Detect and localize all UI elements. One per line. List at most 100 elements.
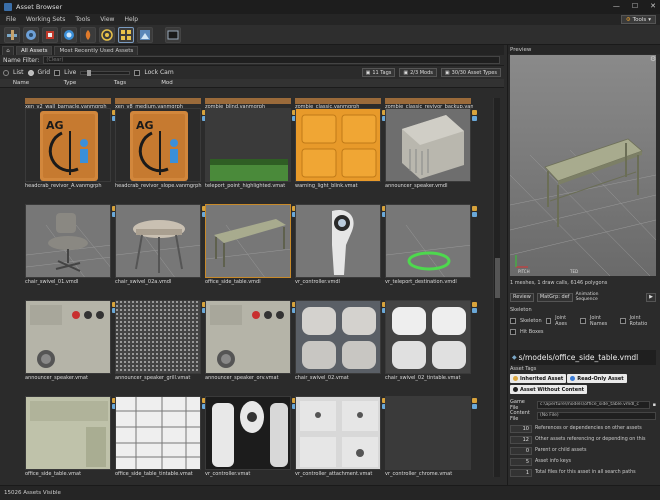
menu-file[interactable]: File [6, 16, 16, 23]
review-button[interactable]: Review [510, 292, 534, 302]
game-file-field[interactable]: c:\aperture\models\office_side_table.vmd… [537, 400, 650, 409]
maximize-button[interactable]: ☐ [632, 2, 638, 10]
asset-grid-scrollbar[interactable] [493, 98, 500, 477]
asset-thumbnail[interactable] [25, 300, 111, 374]
skeleton-checkbox[interactable] [510, 318, 516, 324]
asset-thumbnail[interactable] [295, 204, 381, 278]
reference-count[interactable]: 5 [510, 457, 532, 466]
play-button[interactable]: ▶ [646, 292, 656, 302]
close-button[interactable]: ✕ [650, 2, 656, 10]
reference-row[interactable]: 12 Other assets referencing or depending … [510, 434, 656, 445]
asset-types-button[interactable]: ▣ 30/30 Asset Types [440, 68, 501, 77]
link-icon [472, 212, 477, 217]
menu-help[interactable]: Help [124, 16, 138, 23]
content-file-label: Content File [510, 409, 530, 422]
hitboxes-checkbox[interactable] [510, 329, 516, 335]
particle-editor-icon[interactable] [61, 26, 77, 43]
home-tab[interactable]: ⌂ [2, 46, 14, 55]
console-icon[interactable] [165, 26, 181, 43]
scrollbar-thumb[interactable] [495, 258, 500, 298]
tab-all-assets[interactable]: All Assets [16, 46, 53, 55]
reference-count[interactable]: 10 [510, 424, 532, 433]
joint-rotation-checkbox[interactable] [620, 318, 626, 324]
asset-tabs: ⌂ All Assets Most Recently Used Assets [0, 45, 504, 55]
asset-thumbnail[interactable]: AG [25, 108, 111, 182]
more-icon[interactable]: ▪ [653, 402, 656, 408]
vr-editor-icon[interactable] [137, 26, 153, 43]
sequence-dropdown[interactable]: Sequence [576, 297, 599, 302]
reference-count[interactable]: 0 [510, 446, 532, 455]
thumbnail-size-slider[interactable] [80, 69, 131, 76]
asset-thumbnail[interactable] [295, 108, 381, 182]
live-checkbox[interactable] [54, 69, 61, 76]
asset-thumbnail[interactable] [25, 204, 111, 278]
asset-label: chair_swivel_02.vmat [295, 375, 349, 381]
name-filter-input[interactable] [43, 56, 500, 64]
content-file-field[interactable]: (No File) [537, 411, 656, 420]
mods-button[interactable]: ▣ 2/3 Mods [399, 68, 437, 77]
material-editor-icon[interactable] [23, 26, 39, 43]
app-icon [4, 3, 12, 11]
status-bar: 15026 Assets Visible [0, 485, 660, 500]
menu-view[interactable]: View [100, 16, 114, 23]
asset-thumbnail[interactable] [115, 204, 201, 278]
asset-thumbnail[interactable] [295, 300, 381, 374]
reference-count[interactable]: 1 [510, 468, 532, 477]
asset-label: office_side_table_tintable.vmat [115, 471, 193, 477]
menu-working-sets[interactable]: Working Sets [26, 16, 65, 23]
joint-names-checkbox[interactable] [580, 318, 586, 324]
column-tags[interactable]: Tags [98, 80, 142, 86]
joint-axes-checkbox[interactable] [545, 318, 552, 324]
reference-row[interactable]: 1 Total files for this asset in all searc… [510, 467, 656, 478]
window-title: Asset Browser [16, 3, 63, 11]
asset-path-icon: ◆ [512, 354, 517, 361]
tags-button[interactable]: ▣ 11 Tags [361, 68, 396, 77]
asset-thumbnail[interactable] [385, 108, 471, 182]
column-name[interactable]: Name [0, 80, 42, 86]
menu-tools[interactable]: Tools [75, 16, 90, 23]
tab-recent-assets[interactable]: Most Recently Used Assets [54, 46, 139, 55]
asset-thumbnail[interactable] [205, 300, 291, 374]
asset-thumbnail[interactable]: AG [115, 108, 201, 182]
asset-thumbnail[interactable] [205, 108, 291, 182]
grid-radio[interactable] [27, 69, 34, 76]
asset-browser-icon[interactable] [118, 26, 134, 43]
column-type[interactable]: Type [42, 80, 98, 86]
tools-dropdown-button[interactable]: ⚙ Tools ▾ [620, 15, 656, 24]
joint-names-label: Joint Names [589, 315, 608, 327]
reference-label: References or dependencies on other asse… [535, 426, 642, 431]
asset-thumbnail[interactable] [295, 396, 381, 470]
animgraph-editor-icon[interactable] [99, 26, 115, 43]
mods-icon: ▣ [403, 69, 409, 76]
preview-settings-icon[interactable]: ⚙ [650, 55, 658, 63]
model-preview-viewport[interactable]: PITCH TED [510, 55, 656, 276]
grid-label: Grid [37, 69, 51, 76]
reference-row[interactable]: 0 Parent or child assets [510, 445, 656, 456]
reference-row[interactable]: 10 References or dependencies on other as… [510, 423, 656, 434]
asset-thumbnail[interactable] [385, 300, 471, 374]
play-icon: ▶ [649, 294, 653, 300]
asset-label: vr_controller_attachment.vmat [295, 471, 373, 477]
home-icon: ⌂ [6, 48, 10, 54]
reference-count[interactable]: 12 [510, 435, 532, 444]
asset-thumbnail[interactable] [385, 204, 471, 278]
list-radio[interactable] [3, 69, 9, 76]
asset-thumbnail[interactable] [25, 396, 111, 470]
material-group-dropdown[interactable]: MatGrp: def [536, 292, 573, 302]
minimize-button[interactable]: — [613, 2, 620, 10]
model-editor-icon[interactable] [42, 26, 58, 43]
asset-thumbnail[interactable] [385, 396, 471, 470]
asset-thumbnail[interactable] [115, 396, 201, 470]
asset-tag-chip: Read-Only Asset [567, 374, 627, 383]
tag-label: Inherited Asset [520, 375, 564, 382]
asset-thumbnail[interactable] [205, 396, 291, 470]
asset-thumbnail[interactable] [115, 300, 201, 374]
reference-row[interactable]: 5 Asset info keys [510, 456, 656, 467]
hammer-tool-icon[interactable] [4, 26, 20, 43]
gear-icon: ⚙ [625, 16, 631, 23]
slider-knob[interactable] [87, 69, 92, 76]
sound-editor-icon[interactable] [80, 26, 96, 43]
lock-cam-checkbox[interactable] [134, 69, 141, 76]
column-mod[interactable]: Mod [142, 80, 192, 86]
asset-thumbnail[interactable] [205, 204, 291, 278]
